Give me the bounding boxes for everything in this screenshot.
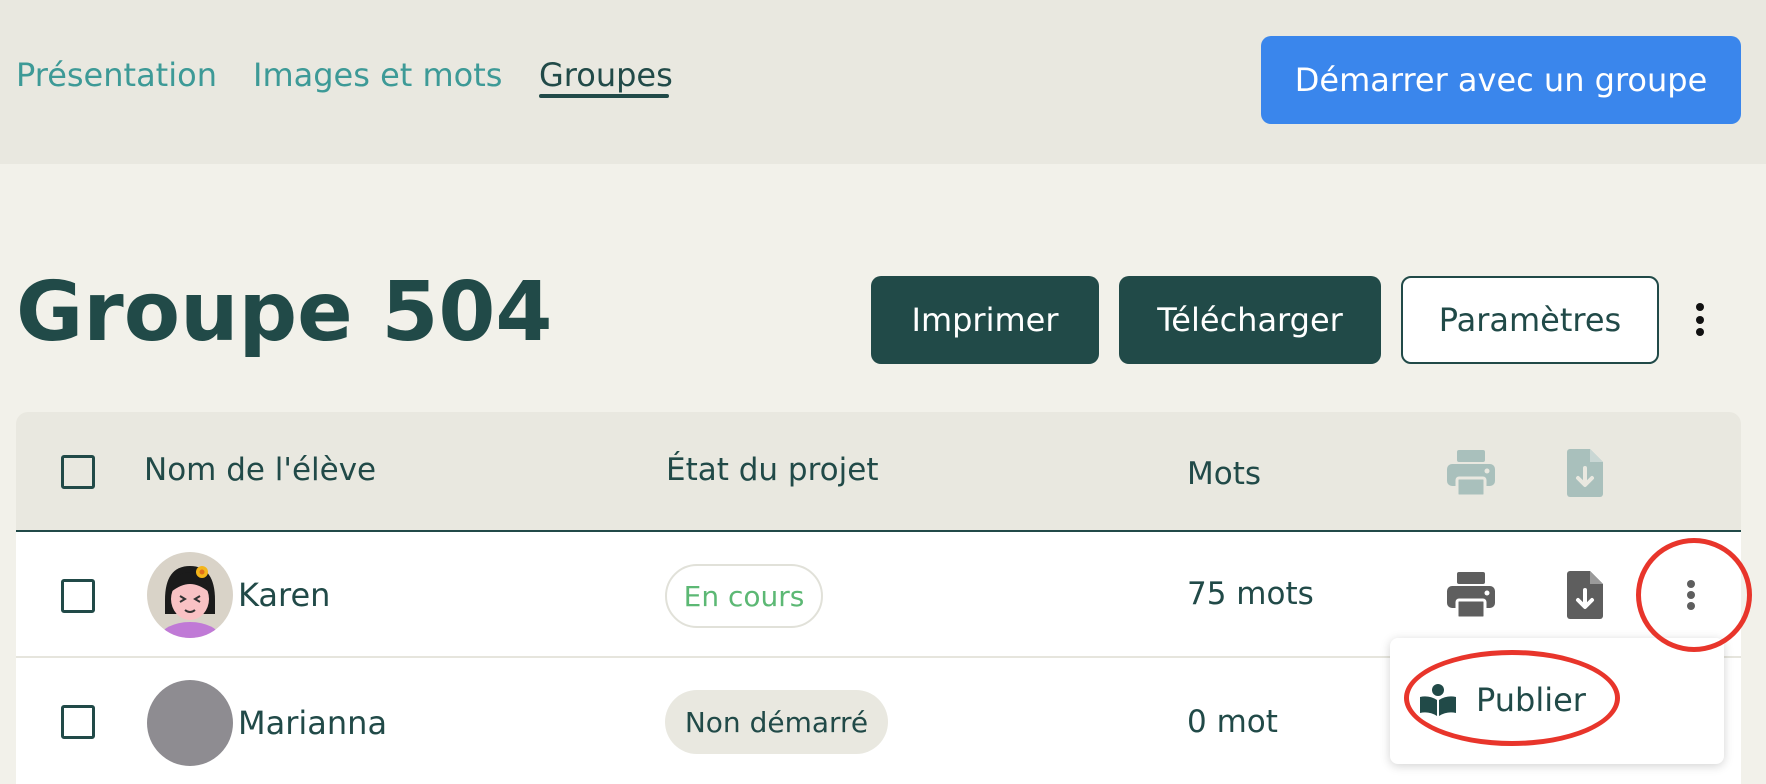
printer-icon[interactable] xyxy=(1445,570,1497,620)
column-header-name: Nom de l'élève xyxy=(144,452,377,488)
table-header: Nom de l'élève État du projet Mots xyxy=(16,412,1741,532)
print-button[interactable]: Imprimer xyxy=(871,276,1099,364)
tab-groupes[interactable]: Groupes xyxy=(539,56,673,94)
download-button[interactable]: Télécharger xyxy=(1119,276,1381,364)
avatar xyxy=(147,680,233,766)
printer-icon xyxy=(1447,450,1495,498)
column-header-status: État du projet xyxy=(666,452,879,488)
select-all-checkbox[interactable] xyxy=(61,455,95,489)
word-count: 0 mot xyxy=(1187,704,1278,740)
publish-label: Publier xyxy=(1476,681,1586,719)
student-name: Karen xyxy=(238,576,331,614)
active-tab-indicator xyxy=(539,94,669,98)
publish-menu-item[interactable]: Publier xyxy=(1418,672,1586,728)
start-group-button[interactable]: Démarrer avec un groupe xyxy=(1261,36,1741,124)
settings-button[interactable]: Paramètres xyxy=(1401,276,1659,364)
row-more-options-icon[interactable] xyxy=(1686,580,1696,610)
row-checkbox[interactable] xyxy=(61,705,95,739)
status-badge: En cours xyxy=(665,564,823,628)
tab-presentation[interactable]: Présentation xyxy=(16,56,217,94)
avatar xyxy=(147,552,233,638)
row-actions-menu: Publier xyxy=(1390,638,1724,764)
word-count: 75 mots xyxy=(1187,576,1314,612)
row-checkbox[interactable] xyxy=(61,579,95,613)
file-download-icon[interactable] xyxy=(1565,570,1605,620)
top-nav: Présentation Images et mots Groupes Déma… xyxy=(0,0,1766,164)
file-download-icon xyxy=(1567,449,1603,497)
tab-images-et-mots[interactable]: Images et mots xyxy=(253,56,502,94)
student-name: Marianna xyxy=(238,704,388,742)
open-book-icon xyxy=(1420,684,1456,716)
more-options-icon[interactable] xyxy=(1695,303,1705,336)
page-title: Groupe 504 xyxy=(16,265,553,360)
status-badge: Non démarré xyxy=(665,690,888,754)
column-header-words: Mots xyxy=(1187,456,1262,492)
